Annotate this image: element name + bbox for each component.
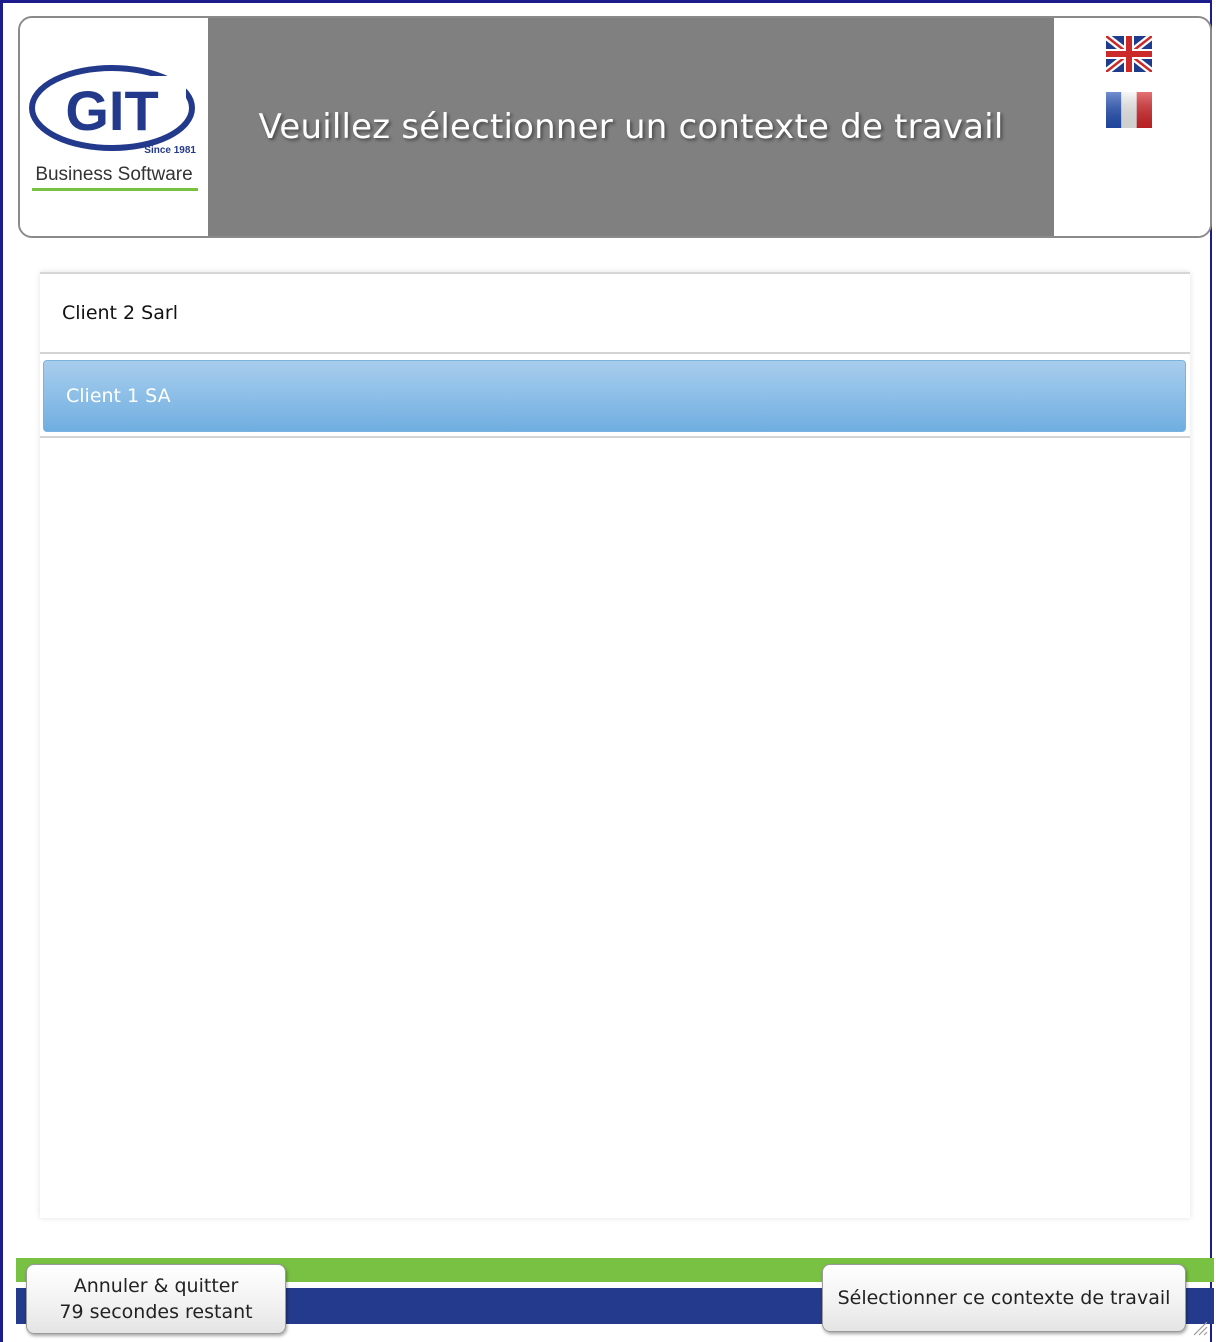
- logo-since: Since 1981: [144, 145, 196, 156]
- title-band: Veuillez sélectionner un contexte de tra…: [208, 18, 1054, 236]
- countdown-text: 79 secondes restant: [59, 1301, 253, 1323]
- list-item-label: Client 1 SA: [66, 385, 171, 407]
- list-item[interactable]: Client 2 Sarl: [40, 274, 1190, 354]
- fr-flag-icon[interactable]: [1106, 92, 1152, 128]
- selection-highlight: Client 1 SA: [43, 360, 1186, 432]
- select-button-label: Sélectionner ce contexte de travail: [837, 1287, 1171, 1309]
- select-context-button[interactable]: Sélectionner ce contexte de travail: [822, 1264, 1186, 1332]
- context-list: Client 2 Sarl Client 1 SA: [40, 272, 1190, 1218]
- resize-grip-icon[interactable]: [1190, 1318, 1208, 1336]
- header-panel: GIT Since 1981 Business Software Veuille…: [18, 16, 1212, 238]
- list-item-selected[interactable]: Client 1 SA: [40, 356, 1190, 438]
- logo-text: GIT: [65, 79, 158, 142]
- page-title: Veuillez sélectionner un contexte de tra…: [258, 107, 1004, 147]
- uk-flag-icon[interactable]: [1106, 36, 1152, 72]
- cancel-button-label: Annuler & quitter: [73, 1275, 239, 1297]
- logo-tagline: Business Software: [35, 164, 192, 185]
- git-logo: GIT Since 1981 Business Software: [20, 18, 208, 236]
- language-selector: [1054, 18, 1210, 236]
- cancel-quit-button[interactable]: Annuler & quitter 79 secondes restant: [26, 1264, 286, 1334]
- list-item-label: Client 2 Sarl: [62, 302, 178, 324]
- git-logo-graphic: GIT Since 1981 Business Software: [29, 65, 198, 191]
